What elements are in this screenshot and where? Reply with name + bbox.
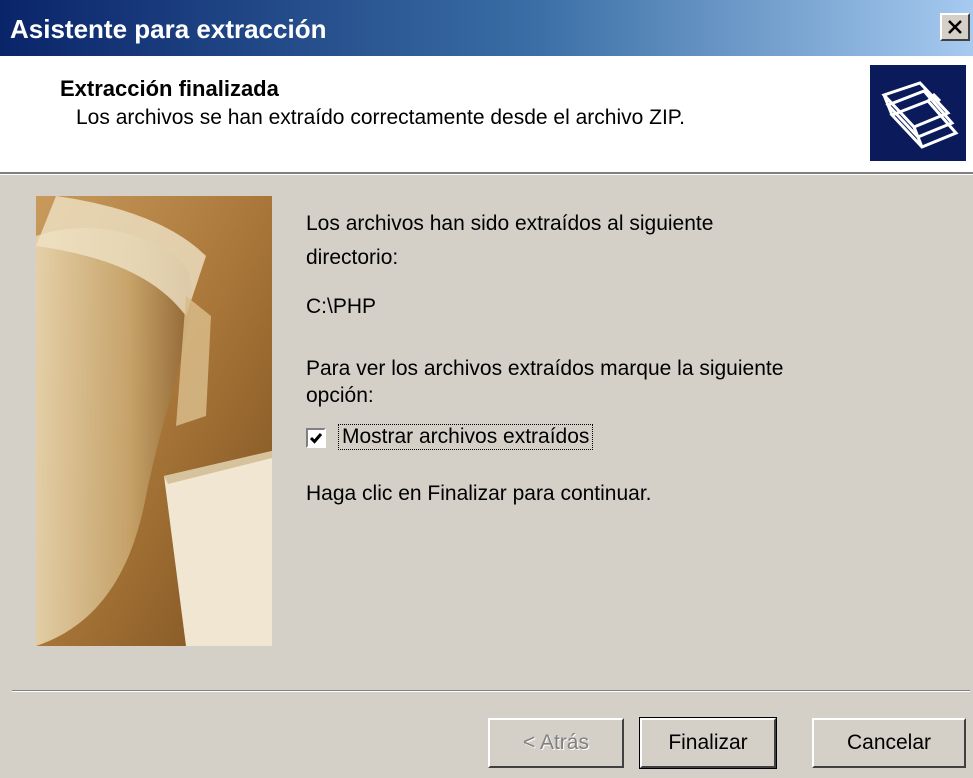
show-files-hint-line2: opción: (306, 384, 374, 407)
show-files-hint-line1: Para ver los archivos extraídos marque l… (306, 357, 784, 380)
window-title: Asistente para extracción (10, 14, 327, 44)
close-button[interactable] (940, 13, 970, 41)
folders-icon (870, 65, 966, 161)
checkmark-icon (309, 433, 323, 444)
back-button[interactable]: < Atrás (488, 718, 624, 768)
extracted-to-label-line1: Los archivos han sido extraídos al sigui… (306, 212, 714, 235)
close-icon (948, 20, 962, 34)
destination-path: C:\PHP (306, 295, 377, 318)
finish-button[interactable]: Finalizar (639, 717, 777, 769)
header-title: Extracción finalizada (60, 76, 279, 101)
extracted-to-label-line2: directorio: (306, 246, 399, 269)
cancel-button[interactable]: Cancelar (812, 718, 966, 768)
show-extracted-files-checkbox[interactable] (306, 428, 326, 448)
header-subtitle: Los archivos se han extraído correctamen… (76, 106, 685, 129)
header-divider (0, 172, 973, 175)
show-extracted-files-label[interactable]: Mostrar archivos extraídos (338, 424, 594, 450)
wizard-side-image (36, 196, 272, 646)
title-bar: Asistente para extracción (0, 0, 973, 56)
footer-divider (12, 690, 970, 692)
continue-instructions: Haga clic en Finalizar para continuar. (306, 482, 652, 505)
